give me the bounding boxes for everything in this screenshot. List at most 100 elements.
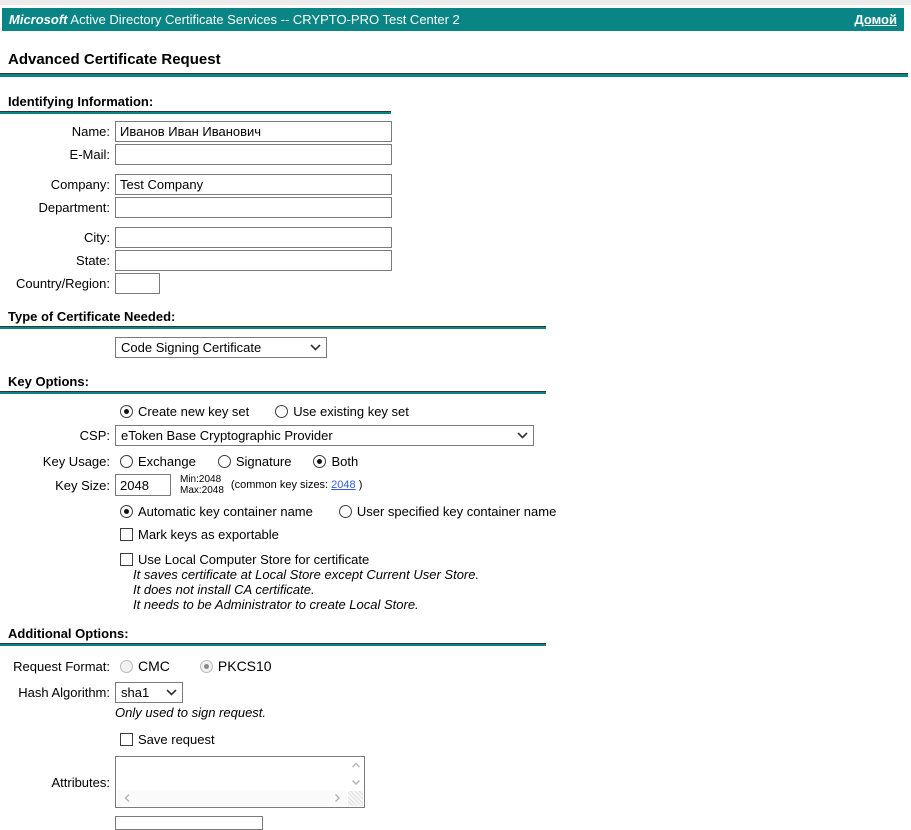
email-input[interactable] (115, 144, 392, 165)
section-identifying-heading: Identifying Information: (8, 94, 154, 109)
name-input[interactable] (115, 121, 392, 142)
scroll-down-icon[interactable] (351, 777, 361, 787)
save-request-checkbox[interactable]: Save request (120, 732, 215, 747)
scroll-up-icon[interactable] (351, 760, 361, 770)
banner-title-text: Active Directory Certificate Services --… (70, 12, 460, 27)
auto-container-radio[interactable]: Automatic key container name (120, 504, 313, 519)
name-row: Name: (0, 121, 911, 142)
section-identifying-rule (0, 111, 391, 114)
save-request-label: Save request (138, 732, 215, 747)
home-link[interactable]: Домой (854, 12, 897, 27)
state-label: State: (76, 253, 110, 268)
auto-container-label: Automatic key container name (138, 504, 313, 519)
container-name-radio-row: Automatic key container name User specif… (120, 504, 911, 519)
banner-title: Microsoft Active Directory Certificate S… (9, 12, 460, 27)
state-row: State: (0, 250, 911, 271)
chevron-down-icon (517, 432, 528, 439)
department-label: Department: (38, 200, 110, 215)
key-usage-exchange-label: Exchange (138, 454, 196, 469)
section-additional-heading: Additional Options: (8, 626, 129, 641)
key-usage-both-label: Both (331, 454, 359, 469)
key-usage-both-radio[interactable]: Both (313, 454, 358, 469)
key-size-max: Max:2048 (180, 485, 224, 496)
format-pkcs10-radio[interactable]: PKCS10 (199, 658, 272, 674)
scroll-right-icon[interactable] (332, 793, 342, 803)
use-existing-key-set-radio[interactable]: Use existing key set (275, 404, 409, 419)
local-store-note-3: It needs to be Administrator to create L… (133, 597, 419, 612)
country-row: Country/Region: (0, 273, 911, 294)
radio-indicator (217, 455, 231, 468)
user-container-radio[interactable]: User specified key container name (338, 504, 557, 519)
csp-select[interactable]: eToken Base Cryptographic Provider (115, 425, 534, 446)
format-pkcs10-label: PKCS10 (217, 658, 272, 674)
chevron-down-icon (310, 344, 321, 351)
banner-brand: Microsoft (9, 12, 68, 27)
page-title: Advanced Certificate Request (8, 51, 221, 68)
local-store-row: Use Local Computer Store for certificate (120, 552, 911, 567)
city-input[interactable] (115, 227, 392, 248)
format-cmc-label: CMC (138, 658, 170, 674)
key-usage-signature-radio[interactable]: Signature (217, 454, 292, 469)
radio-indicator (199, 659, 213, 673)
create-new-key-set-radio[interactable]: Create new key set (120, 404, 249, 419)
hash-note: Only used to sign request. (115, 705, 267, 720)
department-input[interactable] (115, 197, 392, 218)
hash-algorithm-select[interactable]: sha1 (115, 682, 183, 703)
state-input[interactable] (115, 250, 392, 271)
radio-indicator (120, 505, 133, 518)
key-size-row: Key Size: Min:2048 Max:2048 (common key … (0, 474, 911, 496)
save-request-row: Save request (120, 732, 911, 747)
company-label: Company: (50, 177, 110, 192)
chevron-down-icon (166, 689, 177, 696)
local-store-checkbox[interactable]: Use Local Computer Store for certificate (120, 552, 369, 567)
email-label: E-Mail: (69, 147, 110, 162)
department-row: Department: (0, 197, 911, 218)
certificate-type-select[interactable]: Code Signing Certificate (115, 337, 327, 358)
radio-indicator (120, 405, 133, 418)
attributes-textarea[interactable] (115, 756, 365, 808)
use-existing-key-set-label: Use existing key set (293, 404, 409, 419)
top-strip (0, 0, 911, 5)
city-row: City: (0, 227, 911, 248)
checkbox-indicator (120, 553, 133, 566)
key-usage-signature-label: Signature (235, 454, 292, 469)
checkbox-indicator (120, 528, 133, 541)
common-key-sizes: (common key sizes: 2048 ) (231, 479, 362, 491)
local-store-note-2: It does not install CA certificate. (133, 582, 315, 597)
banner: Microsoft Active Directory Certificate S… (2, 8, 904, 31)
partial-bottom-input[interactable] (115, 816, 263, 830)
section-key-options-rule (0, 391, 546, 394)
key-set-radio-row: Create new key set Use existing key set (120, 404, 911, 419)
mark-keys-exportable-checkbox[interactable]: Mark keys as exportable (120, 527, 279, 542)
key-size-label: Key Size: (55, 477, 110, 493)
key-usage-row: Key Usage: Exchange Signature Both (0, 454, 911, 469)
section-cert-type-rule (0, 326, 546, 329)
csp-row: CSP: eToken Base Cryptographic Provider (0, 425, 911, 446)
city-label: City: (84, 230, 110, 245)
scrollbar-corner (348, 791, 363, 806)
attributes-row: Attributes: (0, 756, 911, 808)
radio-indicator (313, 455, 327, 468)
request-format-label: Request Format: (13, 658, 110, 674)
hash-algorithm-row: Hash Algorithm: sha1 (0, 682, 911, 703)
local-store-note-1: It saves certificate at Local Store exce… (133, 567, 480, 582)
radio-indicator (120, 659, 133, 673)
key-size-min: Min:2048 (180, 474, 222, 485)
radio-indicator (338, 505, 352, 518)
user-container-label: User specified key container name (356, 504, 557, 519)
format-cmc-radio[interactable]: CMC (120, 658, 170, 674)
key-size-input[interactable] (115, 474, 171, 496)
vertical-scrollbar[interactable] (348, 758, 363, 789)
company-input[interactable] (115, 174, 392, 195)
country-input[interactable] (115, 273, 160, 294)
csp-label: CSP: (79, 428, 110, 443)
local-store-label: Use Local Computer Store for certificate (138, 552, 370, 567)
key-usage-exchange-radio[interactable]: Exchange (120, 454, 196, 469)
hash-algorithm-value: sha1 (121, 685, 150, 700)
common-key-size-link[interactable]: 2048 (331, 479, 355, 491)
scroll-left-icon[interactable] (122, 793, 132, 803)
cert-type-row: Code Signing Certificate (0, 337, 911, 358)
radio-indicator (275, 405, 289, 418)
horizontal-scrollbar[interactable] (117, 790, 347, 806)
exportable-row: Mark keys as exportable (120, 527, 911, 542)
